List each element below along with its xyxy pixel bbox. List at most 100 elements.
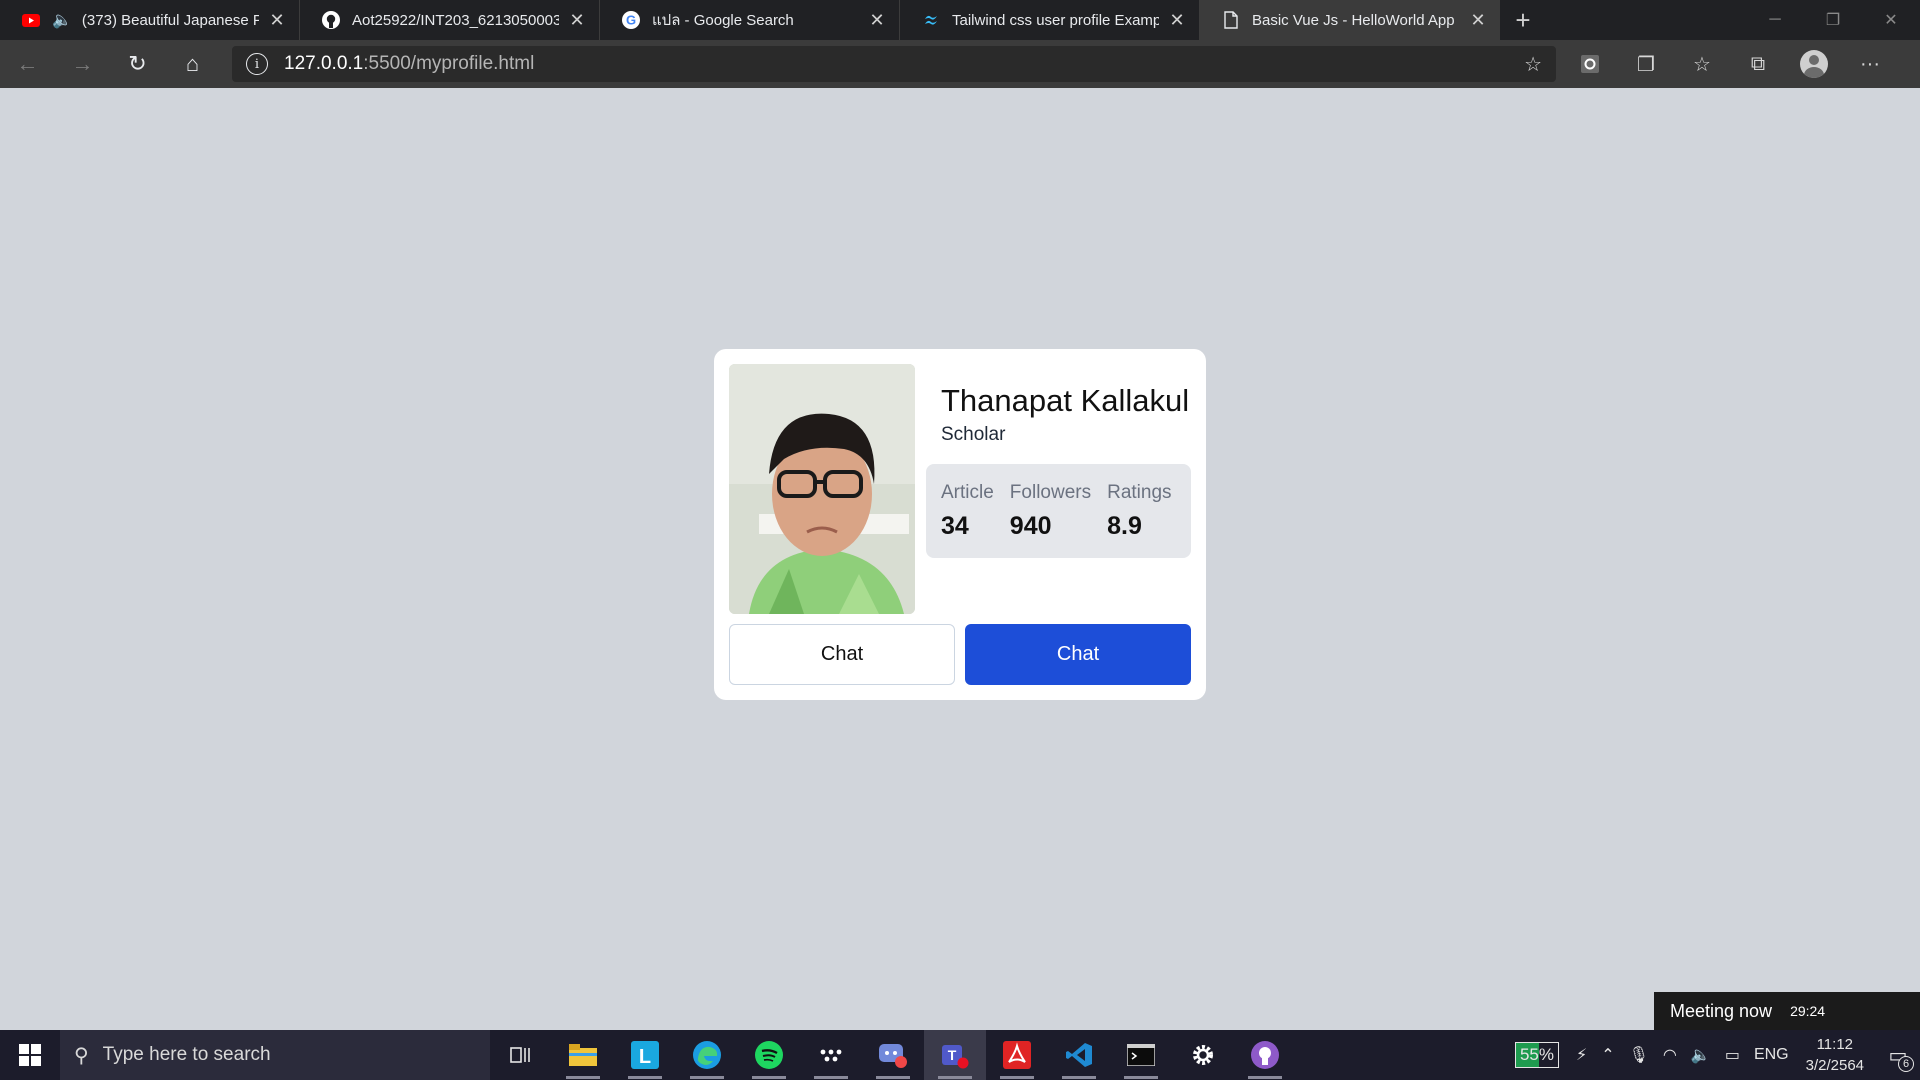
url-host: 127.0.0.1 — [284, 53, 364, 74]
profile-name: Thanapat Kallakul — [941, 383, 1190, 418]
github-desktop-icon[interactable] — [1234, 1030, 1296, 1080]
minimize-icon[interactable]: ─ — [1746, 0, 1804, 40]
browser-toolbar: ← → ↻ ⌂ i 127.0.0.1:5500/myprofile.html … — [0, 40, 1920, 88]
close-window-icon[interactable]: ✕ — [1862, 0, 1920, 40]
meeting-timer: 29:24 — [1790, 1003, 1826, 1019]
dots-app-icon[interactable] — [800, 1030, 862, 1080]
close-tab-icon[interactable]: ✕ — [267, 10, 287, 31]
stat-followers: Followers 940 — [1010, 482, 1091, 558]
outlook-extension-icon[interactable] — [1562, 40, 1618, 88]
forward-arrow-icon[interactable]: → — [55, 40, 110, 88]
clock-date: 3/2/2564 — [1805, 1057, 1864, 1074]
tab-github[interactable]: Aot25922/INT203_62130500033 ✕ — [300, 0, 600, 40]
youtube-icon — [22, 11, 40, 29]
extension-icon[interactable]: ❐ — [1618, 40, 1674, 88]
collections-icon[interactable]: ⧉ — [1730, 40, 1786, 88]
profile-photo — [729, 364, 915, 614]
tab-title: Basic Vue Js - HelloWorld App — [1252, 11, 1455, 29]
battery-percent: 55% — [1519, 1045, 1554, 1064]
tab-title: Aot25922/INT203_62130500033 — [352, 11, 559, 29]
task-view-icon[interactable] — [490, 1030, 552, 1080]
profile-icon[interactable] — [1786, 40, 1842, 88]
profile-card: Thanapat Kallakul Scholar Article 34 Fol… — [714, 349, 1206, 700]
power-plug-icon[interactable]: ⚡ — [1576, 1045, 1587, 1065]
stat-label: Ratings — [1107, 482, 1172, 503]
taskbar: ⚲ Type here to search L T 55% ⚡ ⌃ 🎙 ◠ 🔈 … — [0, 1030, 1920, 1080]
taskbar-search[interactable]: ⚲ Type here to search — [60, 1030, 490, 1080]
search-placeholder: Type here to search — [102, 1044, 271, 1065]
clock[interactable]: 11:12 3/2/2564 — [1806, 1034, 1864, 1076]
more-menu-icon[interactable]: ··· — [1842, 40, 1898, 88]
stat-label: Followers — [1009, 482, 1092, 503]
stat-value: 34 — [941, 512, 969, 540]
svg-text:G: G — [626, 13, 636, 28]
refresh-icon[interactable]: ↻ — [110, 40, 165, 88]
chat-primary-button[interactable]: Chat — [965, 624, 1191, 685]
page-content: Thanapat Kallakul Scholar Article 34 Fol… — [0, 88, 1920, 1030]
tab-google[interactable]: G แปล - Google Search ✕ — [600, 0, 900, 40]
tab-strip: 🔈 (373) Beautiful Japanese Piano ✕ Aot25… — [0, 0, 1920, 40]
site-info-icon[interactable]: i — [246, 53, 268, 75]
battery-indicator[interactable]: 55% — [1514, 1042, 1559, 1068]
language-indicator[interactable]: ENG — [1754, 1046, 1789, 1064]
home-icon[interactable]: ⌂ — [165, 40, 220, 88]
notification-count: 6 — [1898, 1056, 1914, 1072]
restore-icon[interactable]: ❐ — [1804, 0, 1862, 40]
stat-label: Article — [941, 482, 994, 503]
windows-start-icon[interactable] — [0, 1030, 60, 1080]
notification-center-icon[interactable]: ▭ 6 — [1876, 1030, 1920, 1080]
close-tab-icon[interactable]: ✕ — [1167, 10, 1187, 31]
tab-title: Tailwind css user profile Example — [952, 11, 1159, 29]
vscode-icon[interactable] — [1048, 1030, 1110, 1080]
window-controls: ─ ❐ ✕ — [1746, 0, 1920, 40]
new-tab-button[interactable]: + — [1500, 0, 1546, 40]
close-tab-icon[interactable]: ✕ — [1468, 10, 1488, 31]
speaker-icon[interactable]: 🔈 — [52, 10, 72, 30]
url-path: :5500/myprofile.html — [363, 53, 535, 74]
tailwind-icon — [922, 11, 940, 29]
wifi-icon[interactable]: ◠ — [1663, 1045, 1677, 1065]
profile-stats: Article 34 Followers 940 Ratings 8.9 — [926, 464, 1191, 558]
toolbar-extensions: ❐ ☆ ⧉ ··· — [1562, 40, 1898, 88]
close-tab-icon[interactable]: ✕ — [567, 10, 587, 31]
tab-title: (373) Beautiful Japanese Piano — [81, 11, 259, 29]
tab-tailwind[interactable]: Tailwind css user profile Example ✕ — [900, 0, 1200, 40]
back-arrow-icon[interactable]: ← — [0, 40, 55, 88]
avatar — [1800, 50, 1828, 78]
microphone-icon[interactable]: 🎙 — [1629, 1045, 1649, 1065]
github-icon — [322, 11, 340, 29]
volume-icon[interactable]: 🔈 — [1691, 1045, 1711, 1065]
stat-article: Article 34 — [941, 482, 994, 558]
file-explorer-icon[interactable] — [552, 1030, 614, 1080]
meeting-text: Meeting now — [1670, 1000, 1773, 1021]
clock-time: 11:12 — [1816, 1036, 1854, 1053]
line-app-icon[interactable]: L — [614, 1030, 676, 1080]
favorites-icon[interactable]: ☆ — [1674, 40, 1730, 88]
address-bar[interactable]: i 127.0.0.1:5500/myprofile.html ☆ — [232, 46, 1556, 82]
chevron-up-icon[interactable]: ⌃ — [1601, 1045, 1614, 1065]
spotify-icon[interactable] — [738, 1030, 800, 1080]
svg-text:T: T — [948, 1047, 957, 1063]
tab-title: แปล - Google Search — [652, 12, 794, 29]
stat-ratings: Ratings 8.9 — [1107, 482, 1171, 558]
acrobat-icon[interactable] — [986, 1030, 1048, 1080]
system-tray: 55% ⚡ ⌃ 🎙 ◠ 🔈 ▭ ENG 11:12 3/2/2564 ▭ 6 — [1514, 1030, 1920, 1080]
meeting-notification[interactable]: Meeting now 29:24 — [1654, 992, 1920, 1030]
chat-outline-button[interactable]: Chat — [729, 624, 955, 685]
teams-icon[interactable]: T — [924, 1030, 986, 1080]
edge-browser-icon[interactable] — [676, 1030, 738, 1080]
battery-icon[interactable]: ▭ — [1725, 1045, 1740, 1065]
google-icon: G — [622, 11, 640, 29]
settings-gear-icon[interactable] — [1172, 1030, 1234, 1080]
svg-text:L: L — [639, 1046, 651, 1068]
close-tab-icon[interactable]: ✕ — [867, 10, 887, 31]
terminal-icon[interactable] — [1110, 1030, 1172, 1080]
discord-icon[interactable] — [862, 1030, 924, 1080]
stat-value: 8.9 — [1107, 512, 1142, 540]
page-icon — [1222, 11, 1240, 29]
search-icon: ⚲ — [74, 1044, 89, 1067]
tab-youtube[interactable]: 🔈 (373) Beautiful Japanese Piano ✕ — [0, 0, 300, 40]
add-favorite-icon[interactable]: ☆ — [1524, 52, 1542, 77]
tab-vue-app[interactable]: Basic Vue Js - HelloWorld App ✕ — [1200, 0, 1500, 40]
profile-role: Scholar — [941, 424, 1006, 445]
